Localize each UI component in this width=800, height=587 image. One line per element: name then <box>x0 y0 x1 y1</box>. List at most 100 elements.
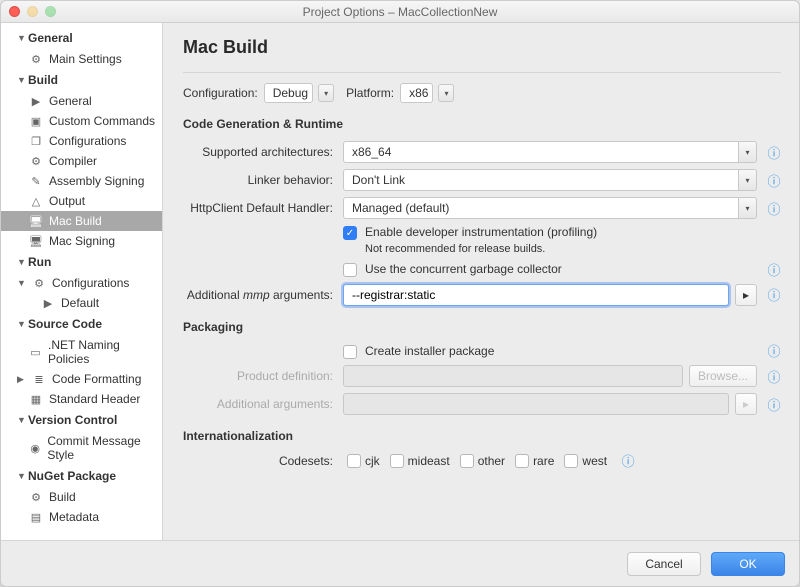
format-icon: ≣ <box>32 372 46 386</box>
windows-icon: ❐ <box>29 134 43 148</box>
codeset-west-checkbox[interactable] <box>564 454 578 468</box>
chevron-down-icon: ▼ <box>17 415 26 425</box>
linker-label: Linker behavior: <box>183 173 337 187</box>
check-icon: ◉ <box>29 441 41 455</box>
mmp-label: Additional mmp arguments: <box>183 288 337 302</box>
monitor-icon: 🖥 <box>29 234 43 248</box>
sidebar-group-nuget[interactable]: ▼NuGet Package <box>1 465 162 487</box>
sidebar-item-main-settings[interactable]: ⚙Main Settings <box>1 49 162 69</box>
terminal-icon: ▣ <box>29 114 43 128</box>
chevron-updown-icon[interactable]: ▾ <box>739 169 757 191</box>
sidebar-group-run[interactable]: ▼Run <box>1 251 162 273</box>
chevron-updown-icon[interactable]: ▾ <box>438 84 454 102</box>
info-icon[interactable]: ⓘ <box>767 369 781 383</box>
output-icon: △ <box>29 194 43 208</box>
codesets-label: Codesets: <box>197 454 337 468</box>
add-args-input <box>343 393 729 415</box>
chevron-down-icon: ▼ <box>17 278 26 288</box>
sidebar-item-run-default[interactable]: ▶Default <box>1 293 162 313</box>
page-title: Mac Build <box>183 37 781 58</box>
play-icon: ▶ <box>41 296 55 310</box>
info-icon[interactable]: ⓘ <box>767 397 781 411</box>
chevron-down-icon: ▼ <box>17 471 26 481</box>
info-icon[interactable]: ⓘ <box>767 344 781 358</box>
chevron-updown-icon[interactable]: ▾ <box>739 141 757 163</box>
sidebar-item-nuget-metadata[interactable]: ▤Metadata <box>1 507 162 527</box>
gc-checkbox[interactable] <box>343 263 357 277</box>
footer: Cancel OK <box>1 540 799 586</box>
titlebar: Project Options – MacCollectionNew <box>1 1 799 23</box>
sidebar-item-commit-style[interactable]: ◉Commit Message Style <box>1 431 162 465</box>
mmp-expand-button[interactable]: ▸ <box>735 284 757 306</box>
chevron-updown-icon[interactable]: ▾ <box>739 197 757 219</box>
window-body: ▼General ⚙Main Settings ▼Build ▶General … <box>1 23 799 540</box>
codesets-row: Codesets: cjk mideast other rare west ⓘ <box>197 453 781 468</box>
key-icon: ✎ <box>29 174 43 188</box>
create-pkg-checkbox[interactable] <box>343 345 357 359</box>
info-icon[interactable]: ⓘ <box>767 262 781 276</box>
cancel-button[interactable]: Cancel <box>627 552 701 576</box>
sidebar-item-mac-build[interactable]: 🖥Mac Build <box>1 211 162 231</box>
info-icon[interactable]: ⓘ <box>621 454 635 468</box>
http-select[interactable]: Managed (default) ▾ <box>343 197 757 219</box>
play-icon: ▶ <box>29 94 43 108</box>
codeset-rare-checkbox[interactable] <box>515 454 529 468</box>
browse-button: Browse... <box>689 365 757 387</box>
info-icon[interactable]: ⓘ <box>767 201 781 215</box>
sidebar-item-standard-header[interactable]: ▦Standard Header <box>1 389 162 409</box>
gc-label: Use the concurrent garbage collector <box>365 262 562 278</box>
sidebar-item-mac-signing[interactable]: 🖥Mac Signing <box>1 231 162 251</box>
info-icon[interactable]: ⓘ <box>767 173 781 187</box>
sidebar-item-net-naming[interactable]: ▭.NET Naming Policies <box>1 335 162 369</box>
add-args-expand-button: ▸ <box>735 393 757 415</box>
mmp-input[interactable] <box>343 284 729 306</box>
sidebar-group-build[interactable]: ▼Build <box>1 69 162 91</box>
chevron-down-icon: ▼ <box>17 319 26 329</box>
doc-icon: ▤ <box>29 510 43 524</box>
info-icon[interactable]: ⓘ <box>767 145 781 159</box>
sidebar-item-custom-commands[interactable]: ▣Custom Commands <box>1 111 162 131</box>
section-codegen: Code Generation & Runtime <box>183 117 781 131</box>
linker-select[interactable]: Don't Link ▾ <box>343 169 757 191</box>
configuration-label: Configuration: <box>183 86 258 100</box>
gear-icon: ⚙ <box>29 52 43 66</box>
chevron-updown-icon[interactable]: ▾ <box>318 84 334 102</box>
sidebar-group-source-code[interactable]: ▼Source Code <box>1 313 162 335</box>
ok-button[interactable]: OK <box>711 552 785 576</box>
sidebar-group-general[interactable]: ▼General <box>1 27 162 49</box>
sidebar-item-run-configurations[interactable]: ▼⚙Configurations <box>1 273 162 293</box>
gear-icon: ⚙ <box>29 490 43 504</box>
sidebar-item-code-formatting[interactable]: ▶≣Code Formatting <box>1 369 162 389</box>
sidebar-item-build-general[interactable]: ▶General <box>1 91 162 111</box>
chevron-right-icon: ▶ <box>17 374 26 385</box>
add-args-label: Additional arguments: <box>183 397 337 411</box>
sidebar-item-assembly-signing[interactable]: ✎Assembly Signing <box>1 171 162 191</box>
http-label: HttpClient Default Handler: <box>183 201 337 215</box>
arch-label: Supported architectures: <box>183 145 337 159</box>
enable-dev-checkbox[interactable]: ✓ <box>343 226 357 240</box>
codeset-cjk-checkbox[interactable] <box>347 454 361 468</box>
sidebar-item-configurations[interactable]: ❐Configurations <box>1 131 162 151</box>
header-icon: ▦ <box>29 392 43 406</box>
cog-icon: ⚙ <box>29 154 43 168</box>
sidebar-item-compiler[interactable]: ⚙Compiler <box>1 151 162 171</box>
configuration-select[interactable]: Debug <box>264 83 313 103</box>
config-row: Configuration: Debug ▾ Platform: x86 ▾ <box>183 83 781 103</box>
codeset-other-checkbox[interactable] <box>460 454 474 468</box>
prod-def-label: Product definition: <box>183 369 337 383</box>
window-title: Project Options – MacCollectionNew <box>1 5 799 19</box>
section-i18n: Internationalization <box>183 429 781 443</box>
create-pkg-label: Create installer package <box>365 344 494 360</box>
platform-label: Platform: <box>346 86 394 100</box>
gear-icon: ⚙ <box>32 276 46 290</box>
chevron-down-icon: ▼ <box>17 75 26 85</box>
sidebar-group-version-control[interactable]: ▼Version Control <box>1 409 162 431</box>
arch-select[interactable]: x86_64 ▾ <box>343 141 757 163</box>
codeset-mideast-checkbox[interactable] <box>390 454 404 468</box>
chevron-down-icon: ▼ <box>17 33 26 43</box>
info-icon[interactable]: ⓘ <box>767 288 781 302</box>
sidebar-item-nuget-build[interactable]: ⚙Build <box>1 487 162 507</box>
platform-select[interactable]: x86 <box>400 83 433 103</box>
sidebar-item-output[interactable]: △Output <box>1 191 162 211</box>
sidebar: ▼General ⚙Main Settings ▼Build ▶General … <box>1 23 163 540</box>
